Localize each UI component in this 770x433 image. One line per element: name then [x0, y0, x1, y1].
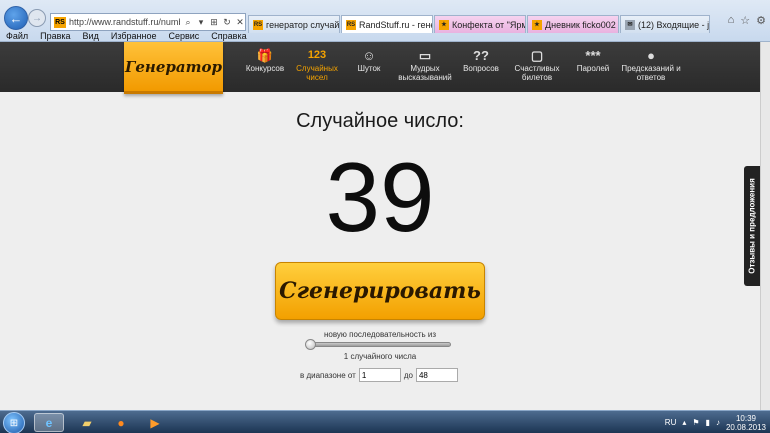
- menu-favorites[interactable]: Избранное: [105, 30, 163, 42]
- tab-label: генератор случайных ...: [266, 19, 340, 30]
- flag-icon[interactable]: ⚑: [692, 418, 699, 427]
- nav-item-lucky-tickets[interactable]: ▢ Счастливых билетов: [508, 46, 566, 83]
- search-icon[interactable]: ⌕: [183, 17, 193, 28]
- forward-button[interactable]: →: [28, 9, 46, 27]
- menu-view[interactable]: Вид: [77, 30, 105, 42]
- language-indicator[interactable]: RU: [665, 418, 677, 427]
- site-favicon-icon: ★: [532, 19, 542, 30]
- compat-icon[interactable]: ⊞: [209, 17, 219, 28]
- page-title: Случайное число:: [296, 110, 464, 132]
- refresh-icon[interactable]: ↻: [222, 17, 232, 28]
- site-nav: 🎁 Конкурсов 123 Случайных чисел ☺ Шуток …: [240, 46, 684, 83]
- feedback-tab[interactable]: Отзывы и предложения: [744, 166, 760, 286]
- menu-tools[interactable]: Сервис: [162, 30, 205, 42]
- clock-time: 10:39: [735, 413, 756, 423]
- nav-item-label: Конкурсов: [245, 64, 285, 73]
- nav-item-quotes[interactable]: ▭ Мудрых высказываний: [396, 46, 454, 83]
- nav-item-label: Паролей: [576, 64, 610, 73]
- password-icon: ***: [585, 47, 601, 63]
- back-button[interactable]: ←: [4, 6, 28, 30]
- feedback-label: Отзывы и предложения: [747, 178, 757, 274]
- taskbar: ⊞ e ▰ ● ▶ RU ▴ ⚑ ▮ ♪ 10:39 20.08.2013: [0, 410, 770, 433]
- system-tray: RU ▴ ⚑ ▮ ♪ 10:39 20.08.2013: [665, 411, 770, 433]
- gift-icon: 🎁: [256, 47, 274, 63]
- browser-chrome: ← → RS http://www.randstuff.ru/number/ ⌕…: [0, 0, 770, 42]
- nav-item-contests[interactable]: 🎁 Конкурсов: [240, 46, 290, 82]
- nav-item-passwords[interactable]: *** Паролей: [568, 46, 618, 82]
- volume-icon[interactable]: ♪: [716, 418, 720, 427]
- nav-item-label: Предсказаний и ответов: [621, 64, 681, 82]
- tab-label: Дневник ficko002 – Ва...: [545, 19, 618, 30]
- site-favicon-icon: ★: [439, 19, 449, 30]
- media-player-icon: ▶: [150, 415, 160, 430]
- menu-bar: Файл Правка Вид Избранное Сервис Справка: [0, 30, 770, 42]
- network-icon[interactable]: ▮: [706, 418, 710, 427]
- nav-item-label: Шуток: [357, 64, 381, 73]
- nav-item-label: Вопросов: [463, 64, 499, 73]
- url-text[interactable]: http://www.randstuff.ru/number/: [69, 17, 180, 27]
- menu-edit[interactable]: Правка: [34, 30, 76, 42]
- question-icon: ??: [473, 47, 489, 63]
- ticket-icon: ▢: [530, 47, 544, 63]
- page-scrollbar[interactable]: [760, 42, 770, 410]
- nav-item-predictions[interactable]: ● Предсказаний и ответов: [620, 46, 682, 83]
- clock-date: 20.08.2013: [725, 422, 766, 432]
- logo-text: Генератор: [125, 57, 222, 76]
- mail-icon: ✉: [625, 19, 635, 30]
- range-to-input[interactable]: [415, 368, 458, 382]
- folder-icon: ▰: [82, 415, 92, 430]
- slider-handle[interactable]: [305, 339, 316, 350]
- favorites-star-icon[interactable]: ☆: [740, 14, 750, 27]
- range-from-label: в диапазоне от: [300, 370, 356, 380]
- site-favicon-icon: RS: [346, 19, 356, 30]
- dropdown-icon[interactable]: ▾: [196, 17, 206, 28]
- site-favicon-icon: RS: [54, 16, 66, 28]
- range-from-input[interactable]: [358, 368, 401, 382]
- windows-logo-icon: ⊞: [9, 417, 19, 429]
- nav-item-label: Случайных чисел: [296, 64, 338, 82]
- browser-toolbar-icons: ⌂ ☆ ⚙: [728, 14, 766, 27]
- site-favicon-icon: RS: [253, 19, 263, 30]
- taskbar-app-explorer[interactable]: ▰: [72, 413, 102, 432]
- count-slider[interactable]: [305, 339, 451, 350]
- menu-help[interactable]: Справка: [205, 30, 252, 42]
- crystal-ball-icon: ●: [647, 47, 655, 63]
- site-logo[interactable]: Генератор: [124, 42, 223, 94]
- book-icon: ▭: [418, 47, 432, 63]
- nav-item-random-numbers[interactable]: 123 Случайных чисел: [292, 46, 342, 82]
- tab-label: RandStuff.ru - генер...: [359, 19, 432, 30]
- firefox-icon: ●: [117, 415, 125, 430]
- home-icon[interactable]: ⌂: [728, 14, 735, 27]
- sequence-label: новую последовательность из: [323, 330, 437, 339]
- arrow-left-icon: ←: [9, 10, 23, 26]
- range-controls: в диапазоне от до: [300, 368, 458, 382]
- taskbar-app-ie[interactable]: e: [34, 413, 64, 432]
- count-label: 1 случайного числа: [343, 352, 417, 361]
- address-bar[interactable]: RS http://www.randstuff.ru/number/ ⌕ ▾ ⊞…: [50, 13, 246, 31]
- clock[interactable]: 10:39 20.08.2013: [726, 414, 766, 432]
- tray-arrow-icon[interactable]: ▴: [682, 418, 686, 427]
- menu-file[interactable]: Файл: [0, 30, 34, 42]
- numbers-icon: 123: [307, 48, 327, 61]
- nav-item-label: Мудрых высказываний: [398, 64, 452, 82]
- generate-button-label: Сгенерировать: [279, 278, 481, 304]
- gear-icon[interactable]: ⚙: [756, 14, 766, 27]
- stop-icon[interactable]: ✕: [235, 17, 245, 28]
- range-to-label: до: [403, 370, 413, 380]
- taskbar-app-media[interactable]: ▶: [140, 413, 170, 432]
- smiley-icon: ☺: [362, 47, 376, 63]
- internet-explorer-icon: e: [45, 415, 53, 430]
- random-number-display: 39: [325, 142, 435, 252]
- nav-item-questions[interactable]: ?? Вопросов: [456, 46, 506, 82]
- nav-item-jokes[interactable]: ☺ Шуток: [344, 46, 394, 82]
- taskbar-app-firefox[interactable]: ●: [106, 413, 136, 432]
- tab-label: Конфекта от "Ярмарк...: [452, 19, 525, 30]
- generate-button[interactable]: Сгенерировать: [275, 262, 485, 320]
- arrow-right-icon: →: [32, 12, 42, 24]
- start-button[interactable]: ⊞: [3, 412, 25, 433]
- nav-item-label: Счастливых билетов: [514, 64, 560, 82]
- tab-label: (12) Входящие - jdypis...: [638, 19, 710, 30]
